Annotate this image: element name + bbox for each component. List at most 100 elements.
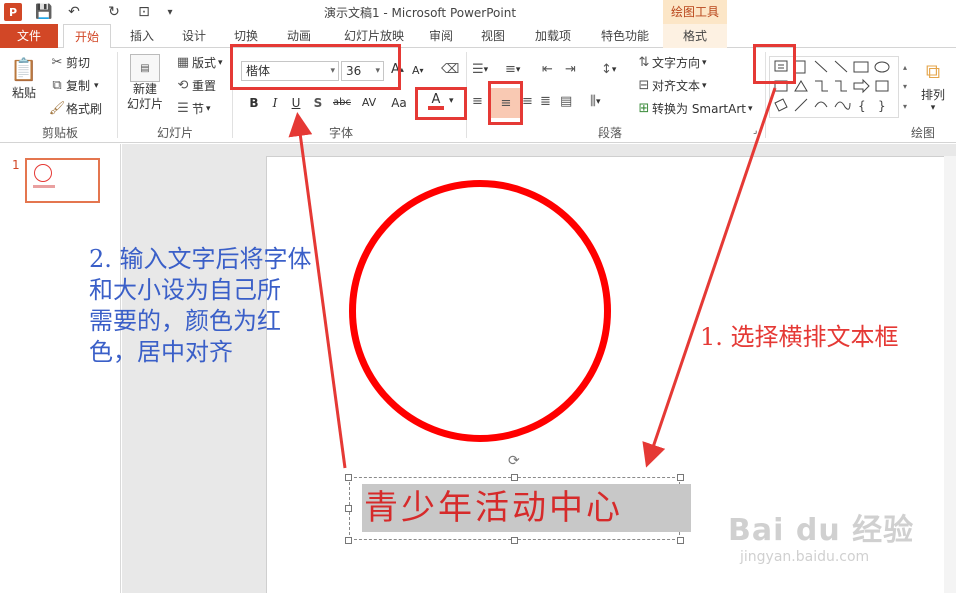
tab-design[interactable]: 设计 [174,24,214,48]
svg-text:{: { [858,99,866,113]
align-right-icon: ≡ [522,94,533,109]
clear-format-button[interactable]: ⌫ [441,62,459,77]
distribute-button[interactable]: ▤ [560,94,572,109]
change-case-button[interactable]: Aa [387,94,411,112]
cut-button[interactable]: ✂ 剪切 [48,54,90,71]
format-painter-label: 格式刷 [66,102,103,116]
vertical-textbox-shape-icon [794,60,806,74]
baidu-watermark: Bai du 经验 jingyan.baidu.com [728,505,928,575]
section-button[interactable]: ☰ 节 ▾ [174,100,210,117]
text-direction-label: 文字方向 [652,56,701,70]
layout-icon: ▦ [176,55,190,70]
char-spacing-button[interactable]: AV [357,94,381,112]
reset-button[interactable]: ⟲ 重置 [174,77,216,94]
rotate-handle-icon[interactable]: ⟳ [508,453,520,469]
underline-button[interactable]: U [287,94,305,112]
align-left-button[interactable]: ≡ [472,94,483,109]
paste-icon: 📋 [10,57,38,83]
diagonal-shape-icon [794,98,808,112]
resize-handle[interactable] [511,537,518,544]
copy-label: 复制 [66,79,91,93]
tab-view[interactable]: 视图 [473,24,513,48]
eraser-icon: ⌫ [441,62,460,77]
bullets-button[interactable]: ☰ ▾ [472,62,488,77]
step-2-line-3: 需要的，颜色为红 [89,307,281,335]
gallery-scroll[interactable]: ▴ ▾ ▾ [900,58,910,116]
smartart-label: 转换为 SmartArt [652,102,746,116]
numbered-list-icon: ≡ [505,62,516,77]
section-label: 节 [192,102,205,116]
resize-handle[interactable] [345,537,352,544]
powerpoint-logo-icon: P [4,3,22,21]
resize-handle[interactable] [345,474,352,481]
text-direction-button[interactable]: ⇅ 文字方向 ▾ [636,54,707,71]
justify-icon: ≣ [540,94,551,109]
italic-button[interactable]: I [266,94,284,112]
bullet-list-icon: ☰ [472,62,484,77]
paragraph-launcher-icon[interactable]: ⌟ [753,126,757,136]
resize-handle[interactable] [677,537,684,544]
new-slide-label-2: 幻灯片 [126,97,163,111]
strikethrough-button[interactable]: abc [330,94,354,112]
save-icon[interactable]: 💾 [34,2,54,22]
resize-handle[interactable] [345,505,352,512]
tab-addins[interactable]: 加载项 [528,24,578,48]
resize-handle[interactable] [511,474,518,481]
vertical-scrollbar[interactable] [944,156,956,593]
align-text-label: 对齐文本 [652,79,701,93]
paste-button[interactable]: 📋 粘贴 [6,56,42,101]
align-center-highlight-box [488,81,523,125]
smartart-button[interactable]: ⊞ 转换为 SmartArt ▾ [636,100,753,117]
redo-icon[interactable]: ↻ [104,2,124,22]
step-2-line-4: 色，居中对齐 [89,338,233,366]
cut-label: 剪切 [66,56,91,70]
arrange-button[interactable]: ⧉ 排列 ▾ [916,56,950,113]
decrease-indent-button[interactable]: ⇤ [542,62,553,77]
block-shape-icon [875,80,889,92]
tab-home[interactable]: 开始 [63,24,111,49]
slide-thumbnail[interactable] [25,158,100,203]
tab-special[interactable]: 特色功能 [593,24,657,48]
new-slide-label-1: 新建 [132,82,157,96]
connector-shape-icon [815,80,828,92]
shadow-button[interactable]: S [309,94,327,112]
slides-group-label: 幻灯片 [156,126,193,140]
align-left-icon: ≡ [472,94,483,109]
align-right-button[interactable]: ≡ [522,94,533,109]
brush-icon: 🖌 [48,101,66,116]
copy-button[interactable]: ⧉ 复制 ▾ [48,77,98,94]
text-direction-icon: ⇅ [638,55,650,70]
arc-shape-icon [814,101,828,108]
tab-review[interactable]: 审阅 [421,24,461,48]
rectangle-shape-icon [853,61,869,73]
customize-qat-icon[interactable]: ▾ [160,2,180,22]
tab-file[interactable]: 文件 [0,24,58,48]
oval-shape-icon [874,61,890,73]
layout-button[interactable]: ▦ 版式 ▾ [174,54,223,71]
increase-indent-button[interactable]: ⇥ [565,62,576,77]
undo-icon[interactable]: ↶ [64,2,84,22]
columns-button[interactable]: ⫼ ▾ [590,94,601,109]
numbering-button[interactable]: ≡ ▾ [505,62,520,77]
paste-label: 粘贴 [11,86,36,100]
new-slide-button[interactable]: ▤ 新建 幻灯片 [122,54,168,112]
triangle-shape-icon [794,80,808,92]
justify-button[interactable]: ≣ [540,94,551,109]
red-circle-shape[interactable] [349,180,611,442]
watermark-url: jingyan.baidu.com [740,549,870,565]
step-1-annotation: 1. 选择横排文本框 [700,323,899,351]
tab-format[interactable]: 格式 [663,24,727,48]
tab-insert[interactable]: 插入 [122,24,162,48]
new-slide-icon: ▤ [130,54,160,82]
reset-icon: ⟲ [177,78,189,93]
text-box-content[interactable]: 青少年活动中心 [362,484,691,532]
ribbon-tabs: 文件 开始 插入 设计 切换 动画 幻灯片放映 审阅 视图 加载项 特色功能 格… [0,24,956,49]
bold-button[interactable]: B [245,94,263,112]
align-text-button[interactable]: ⊟ 对齐文本 ▾ [636,77,707,94]
resize-handle[interactable] [677,474,684,481]
line-spacing-button[interactable]: ↕ ▾ [601,62,616,77]
present-icon[interactable]: ⊡ [134,2,154,22]
format-painter-button[interactable]: 🖌 格式刷 [48,100,102,117]
shrink-font-button[interactable]: A ▾ [412,64,424,77]
paragraph-group-label: 段落 [597,126,622,140]
